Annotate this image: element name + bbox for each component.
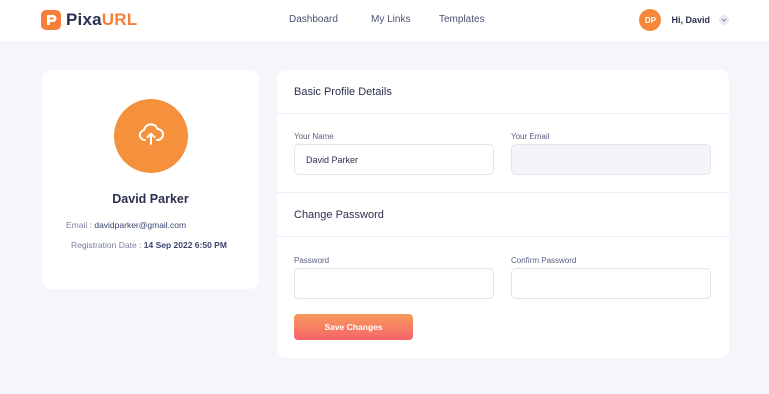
profile-email: Email : davidparker@gmail.com	[66, 220, 187, 230]
profile-card: David Parker Email : davidparker@gmail.c…	[42, 70, 259, 289]
avatar[interactable]: DP	[639, 9, 662, 31]
user-greeting: Hi, David	[671, 15, 710, 25]
change-password-title: Change Password	[294, 209, 384, 221]
name-label: Your Name	[294, 132, 334, 141]
profile-name: David Parker	[112, 192, 189, 206]
save-changes-button[interactable]: Save Changes	[294, 314, 413, 340]
avatar-upload-button[interactable]	[114, 99, 188, 173]
divider	[277, 113, 729, 114]
chevron-down-icon[interactable]	[719, 15, 729, 25]
nav-my-links[interactable]: My Links	[371, 14, 410, 25]
email-label: Your Email	[511, 132, 550, 141]
password-input[interactable]	[294, 268, 494, 299]
confirm-password-label: Confirm Password	[511, 256, 577, 265]
divider	[277, 236, 729, 237]
nav-templates[interactable]: Templates	[439, 14, 485, 25]
basic-profile-title: Basic Profile Details	[294, 86, 392, 98]
confirm-password-input[interactable]	[511, 268, 711, 299]
password-label: Password	[294, 256, 330, 265]
email-input	[511, 144, 711, 175]
brand-name: PixaURL	[66, 10, 138, 29]
user-menu[interactable]: DP Hi, David	[639, 9, 729, 31]
cloud-upload-icon	[138, 122, 164, 150]
profile-registration-date: Registration Date : 14 Sep 2022 6:50 PM	[71, 240, 227, 250]
top-navbar: PixaURL Dashboard My Links Templates DP …	[0, 0, 769, 41]
logo[interactable]: PixaURL	[41, 9, 137, 31]
nav-dashboard[interactable]: Dashboard	[289, 14, 338, 25]
name-input[interactable]	[294, 144, 494, 175]
divider	[277, 192, 729, 193]
logo-icon	[41, 10, 61, 30]
profile-form-card: Basic Profile Details Your Name Your Ema…	[277, 70, 729, 358]
